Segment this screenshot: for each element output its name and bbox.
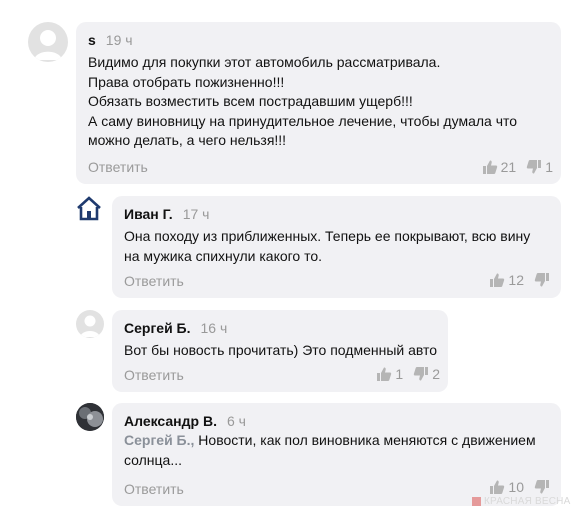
vote-controls: 1 2: [366, 366, 440, 382]
comment-text: Вот бы новость прочитать) Это подменный …: [124, 341, 437, 361]
like-count: 1: [395, 366, 404, 382]
comment-bubble: Александр В. 6 ч Сергей Б., Новости, как …: [112, 403, 561, 506]
watermark: КРАСНАЯ ВЕСНА: [472, 496, 570, 507]
comment-line: Видимо для покупки этот автомобиль рассм…: [88, 54, 441, 70]
author-name[interactable]: Сергей Б.: [124, 320, 191, 336]
comment-text: Видимо для покупки этот автомобиль рассм…: [88, 53, 517, 151]
avatar[interactable]: [28, 22, 68, 62]
comment-header: Сергей Б. 16 ч: [124, 320, 227, 336]
comment-text: Она походу из приближенных. Теперь ее по…: [124, 227, 530, 266]
comment-line: солнца...: [124, 451, 183, 468]
reply-button[interactable]: Ответить: [124, 481, 184, 497]
dislike-button[interactable]: [534, 272, 553, 288]
author-name[interactable]: Иван Г.: [124, 206, 173, 222]
like-button[interactable]: 1: [376, 366, 403, 382]
comment-line: Сергей Б., Новости, как пол виновника ме…: [124, 431, 536, 451]
like-button[interactable]: 10: [489, 479, 524, 495]
comment-line: Вот бы новость прочитать) Это подменный …: [124, 342, 438, 358]
comment-line: Обязать возместить всем пострадавшим уще…: [88, 93, 413, 109]
like-button[interactable]: 21: [482, 159, 517, 175]
thumbs-up-icon: [490, 480, 505, 494]
watermark-text: КРАСНАЯ ВЕСНА: [484, 496, 571, 507]
author-name[interactable]: s: [88, 32, 96, 48]
like-count: 21: [500, 159, 517, 175]
avatar[interactable]: [76, 403, 104, 431]
default-avatar-icon: [80, 315, 100, 337]
dislike-button[interactable]: 1: [526, 159, 553, 175]
dislike-count: 2: [432, 366, 440, 382]
comment-header: Александр В. 6 ч: [124, 413, 246, 429]
author-name[interactable]: Александр В.: [124, 413, 217, 429]
comment-header: s 19 ч: [88, 32, 133, 48]
avatar[interactable]: [76, 310, 104, 338]
dislike-button[interactable]: 2: [413, 366, 440, 382]
default-avatar-icon: [34, 30, 62, 60]
reply-button[interactable]: Ответить: [124, 273, 184, 289]
comment-line: Права отобрать пожизненно!!!: [88, 73, 285, 90]
photo-avatar: [76, 403, 104, 431]
dislike-count: 1: [545, 159, 553, 175]
thumbs-up-icon: [482, 160, 497, 174]
comment-line: можно делать, а чего нельзя!!!: [88, 132, 287, 148]
thumbs-down-icon: [414, 367, 429, 381]
reply-to-mention[interactable]: Сергей Б.,: [124, 432, 194, 448]
thumbs-down-icon: [534, 273, 549, 287]
comment-time: 19 ч: [105, 32, 133, 48]
comment-text: Сергей Б., Новости, как пол виновника ме…: [124, 431, 536, 470]
comment-line-rest: Новости, как пол виновника меняются с дв…: [194, 432, 536, 448]
avatar[interactable]: [76, 196, 102, 222]
vote-controls: 12: [479, 272, 553, 288]
comment-time: 17 ч: [182, 206, 210, 222]
comment-line: Она походу из приближенных. Теперь ее по…: [124, 228, 531, 244]
comment-bubble: Сергей Б. 16 ч Вот бы новость прочитать) …: [112, 310, 448, 392]
like-button[interactable]: 12: [489, 272, 524, 288]
vote-controls: 21 1: [472, 159, 553, 175]
like-count: 12: [508, 272, 524, 288]
comment-line: на мужика спихнули какого то.: [124, 247, 323, 264]
comment-time: 6 ч: [226, 413, 246, 429]
thumbs-up-icon: [490, 273, 505, 287]
dislike-button[interactable]: [534, 479, 553, 495]
thumbs-down-icon: [534, 480, 549, 494]
thumbs-down-icon: [527, 160, 542, 174]
comment-time: 16 ч: [200, 320, 228, 336]
comment-header: Иван Г. 17 ч: [124, 206, 209, 222]
thumbs-up-icon: [377, 367, 392, 381]
comment-line: А саму виновницу на принудительное лечен…: [88, 112, 518, 129]
comment-bubble: s 19 ч Видимо для покупки этот автомобиль…: [76, 22, 561, 184]
reply-button[interactable]: Ответить: [124, 367, 184, 383]
house-icon: [77, 196, 101, 221]
reply-button[interactable]: Ответить: [88, 159, 148, 175]
vote-controls: 10: [479, 479, 553, 495]
like-count: 10: [508, 479, 524, 495]
comment-bubble: Иван Г. 17 ч Она походу из приближенных. …: [112, 196, 561, 298]
watermark-logo-icon: [472, 497, 481, 506]
